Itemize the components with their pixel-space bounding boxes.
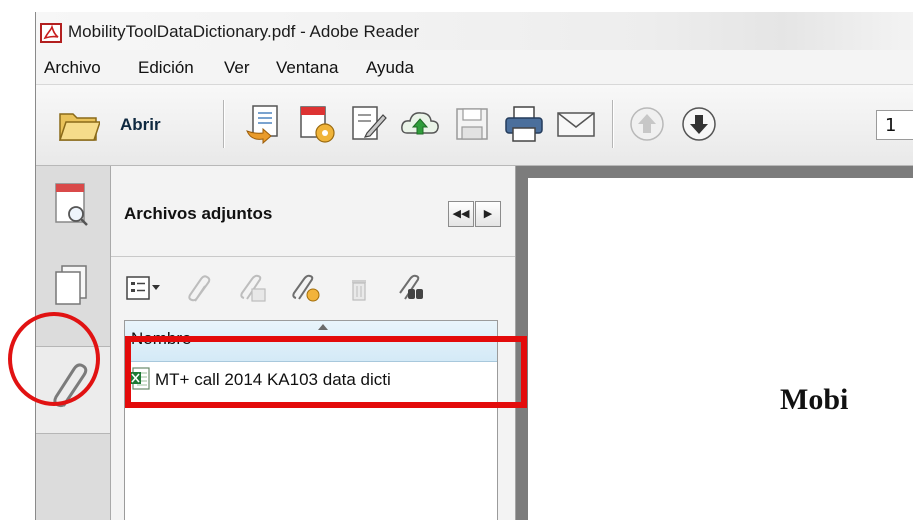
previous-page-button[interactable]: [626, 103, 668, 145]
trash-icon: [352, 280, 366, 301]
list-options-icon: [126, 276, 160, 300]
create-pdf-icon: [246, 105, 278, 145]
menu-ver[interactable]: Ver: [224, 58, 250, 78]
sign-button[interactable]: [347, 103, 389, 145]
collapse-panel-button[interactable]: ◀◀: [448, 201, 474, 227]
toolbar-separator: [612, 100, 614, 148]
toolbar: Abrir 1: [36, 85, 913, 166]
cloud-upload-button[interactable]: [399, 103, 441, 145]
convert-button[interactable]: [295, 103, 337, 145]
open-button[interactable]: [58, 105, 100, 147]
delete-attachment-button[interactable]: [344, 274, 374, 304]
print-button[interactable]: [503, 103, 545, 145]
pdf-page: Mobi: [528, 178, 913, 520]
toolbar-separator: [223, 100, 225, 148]
adobe-reader-window: MobilityToolDataDictionary.pdf - Adobe R…: [35, 12, 913, 520]
sign-icon: [352, 106, 387, 140]
document-heading-text: Mobi: [780, 383, 849, 416]
open-label[interactable]: Abrir: [120, 115, 161, 135]
paperclip-save-icon: [240, 274, 266, 302]
page-up-icon: [630, 107, 664, 141]
title-bar: MobilityToolDataDictionary.pdf - Adobe R…: [36, 12, 913, 50]
menu-ayuda[interactable]: Ayuda: [366, 58, 414, 78]
panel-title: Archivos adjuntos: [124, 204, 273, 223]
search-attachments-button[interactable]: [397, 274, 427, 304]
menu-archivo[interactable]: Archivo: [44, 58, 101, 78]
next-page-button[interactable]: [678, 103, 720, 145]
menu-ventana[interactable]: Ventana: [276, 58, 338, 78]
print-icon: [505, 106, 543, 142]
right-arrow-icon: ▶: [483, 207, 493, 220]
double-left-arrow-icon: ◀◀: [452, 207, 470, 220]
open-attachment-button[interactable]: [186, 274, 216, 304]
save-button[interactable]: [451, 103, 493, 145]
save-icon: [456, 108, 488, 140]
paperclip-add-icon: [292, 274, 320, 302]
open-folder-icon: [58, 113, 100, 141]
convert-icon: [300, 106, 335, 143]
document-viewer[interactable]: Mobi: [516, 166, 913, 520]
panel-divider: [111, 256, 515, 257]
binoculars-icon: [399, 274, 423, 300]
menu-edicion[interactable]: Edición: [138, 58, 194, 78]
sort-ascending-icon: [318, 324, 328, 330]
page-number-input[interactable]: 1: [876, 110, 913, 140]
annotation-rectangle: [125, 336, 527, 408]
create-pdf-button[interactable]: [243, 103, 285, 145]
save-attachment-button[interactable]: [239, 274, 269, 304]
window-title: MobilityToolDataDictionary.pdf - Adobe R…: [68, 22, 420, 41]
screenshot-frame: MobilityToolDataDictionary.pdf - Adobe R…: [0, 6, 913, 520]
email-icon: [557, 112, 595, 137]
pdf-file-icon: [40, 23, 62, 43]
paperclip-open-icon: [188, 275, 211, 302]
page-down-icon: [682, 107, 716, 141]
email-button[interactable]: [555, 103, 597, 145]
annotation-circle: [8, 312, 100, 406]
nav-search-button[interactable]: [36, 166, 110, 246]
pages-icon: [55, 265, 87, 305]
add-attachment-button[interactable]: [291, 274, 321, 304]
search-page-icon: [55, 183, 88, 226]
cloud-upload-icon: [401, 112, 439, 135]
menu-bar: Archivo Edición Ver Ventana Ayuda: [36, 50, 913, 85]
expand-panel-button[interactable]: ▶: [475, 201, 501, 227]
options-menu-button[interactable]: [126, 274, 166, 304]
